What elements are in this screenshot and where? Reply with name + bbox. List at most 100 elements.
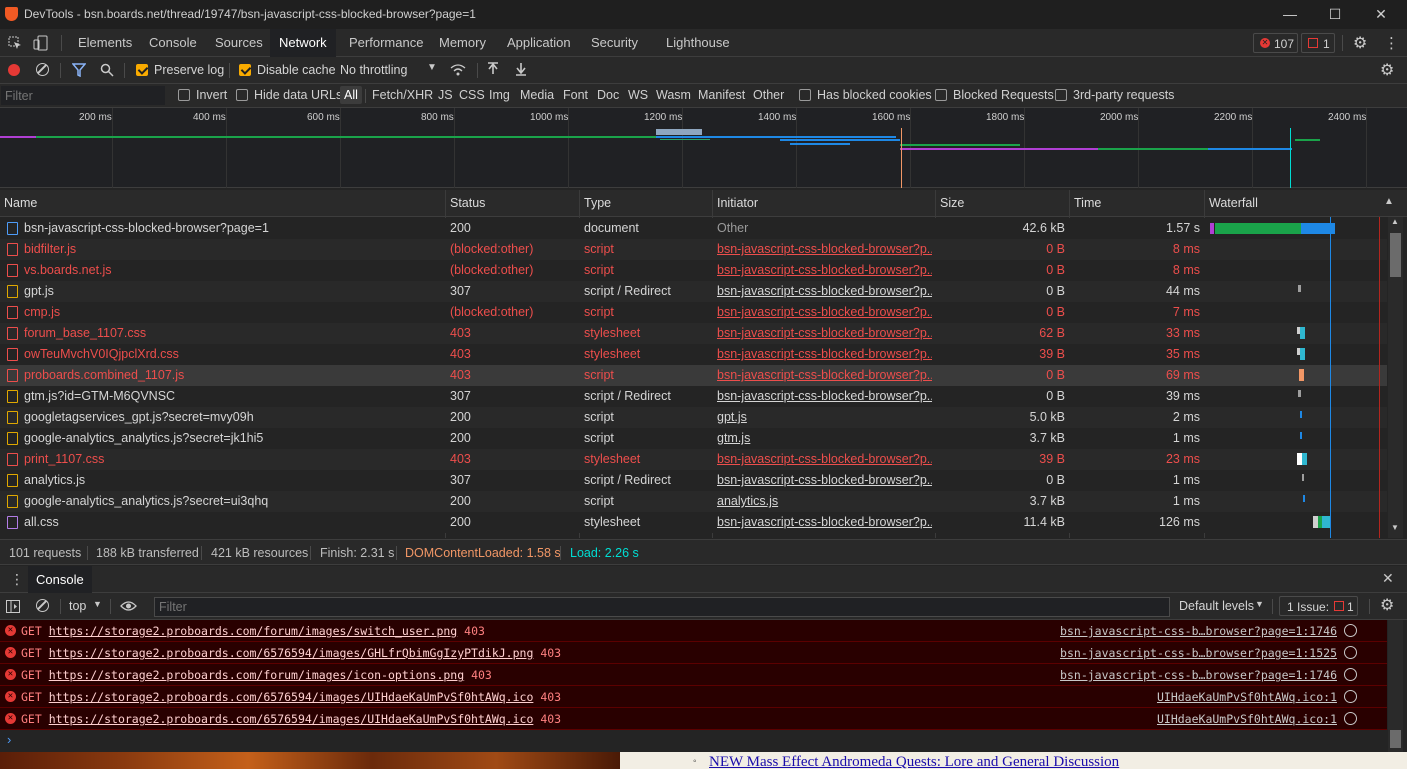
default-levels-select[interactable]: Default levels: [1179, 599, 1254, 613]
column-time-header[interactable]: Time: [1074, 196, 1101, 210]
minimize-icon[interactable]: —: [1275, 4, 1305, 24]
import-har-icon[interactable]: [487, 62, 499, 76]
console-source-link[interactable]: UIHdaeKaUmPvSf0htAWq.ico:1: [1157, 712, 1337, 726]
filter-type-manifest[interactable]: Manifest: [698, 88, 745, 102]
filter-type-font[interactable]: Font: [563, 88, 588, 102]
drawer-tab-console[interactable]: Console: [28, 566, 92, 593]
table-row[interactable]: cmp.js (blocked:other) script bsn-javascrip…: [0, 302, 1387, 323]
request-initiator[interactable]: analytics.js: [717, 494, 932, 508]
clear-icon[interactable]: [36, 63, 49, 76]
table-row[interactable]: google-analytics_analytics.js?secret=ui3…: [0, 491, 1387, 512]
tab-sources[interactable]: Sources: [206, 29, 272, 57]
clear-console-icon[interactable]: [36, 599, 49, 612]
background-thread-link[interactable]: NEW Mass Effect Andromeda Quests: Lore a…: [709, 754, 1119, 769]
chevron-down-icon[interactable]: ▼: [93, 599, 102, 609]
console-source-link[interactable]: bsn-javascript-css-b…browser?page=1:1525: [1060, 646, 1337, 660]
network-overview-timeline[interactable]: 200 ms 400 ms 600 ms 800 ms 1000 ms 1200…: [0, 108, 1407, 188]
error-count-badge[interactable]: ✕ 107: [1253, 33, 1298, 53]
console-url-link[interactable]: https://storage2.proboards.com/6576594/i…: [49, 690, 534, 704]
table-scrollbar-thumb[interactable]: [1390, 233, 1401, 277]
close-window-icon[interactable]: ✕: [1366, 4, 1396, 24]
maximize-icon[interactable]: ☐: [1320, 4, 1350, 24]
console-source-link[interactable]: UIHdaeKaUmPvSf0htAWq.ico:1: [1157, 690, 1337, 704]
blocked-requests-checkbox[interactable]: [935, 89, 947, 101]
tab-network[interactable]: Network: [270, 29, 336, 57]
filter-type-js[interactable]: JS: [438, 88, 453, 102]
export-har-icon[interactable]: [515, 62, 527, 76]
inspect-element-icon[interactable]: [8, 36, 22, 50]
console-url-link[interactable]: https://storage2.proboards.com/6576594/i…: [49, 712, 534, 726]
table-row[interactable]: googletagservices_gpt.js?secret=mvy09h 20…: [0, 407, 1387, 428]
column-size-header[interactable]: Size: [940, 196, 964, 210]
console-url-link[interactable]: https://storage2.proboards.com/forum/ima…: [49, 668, 464, 682]
table-scrollbar[interactable]: ▲ ▼: [1388, 217, 1403, 538]
request-initiator[interactable]: bsn-javascript-css-blocked-browser?p...: [717, 473, 932, 487]
column-status-header[interactable]: Status: [450, 196, 485, 210]
table-row[interactable]: proboards.combined_1107.js 403 script bsn-j…: [0, 365, 1387, 386]
table-row[interactable]: analytics.js 307 script / Redirect bsn-java…: [0, 470, 1387, 491]
issues-count-badge[interactable]: 1: [1301, 33, 1335, 53]
network-request-link-icon[interactable]: [1344, 690, 1357, 703]
console-filter-input[interactable]: [154, 597, 1170, 617]
network-request-link-icon[interactable]: [1344, 624, 1357, 637]
has-blocked-cookies-checkbox[interactable]: [799, 89, 811, 101]
invert-checkbox[interactable]: [178, 89, 190, 101]
filter-funnel-icon[interactable]: [72, 63, 86, 77]
column-initiator-header[interactable]: Initiator: [717, 196, 758, 210]
network-filter-input[interactable]: [1, 86, 165, 105]
console-prompt[interactable]: ›: [0, 730, 1387, 752]
request-initiator[interactable]: bsn-javascript-css-blocked-browser?p...: [717, 284, 932, 298]
tab-lighthouse[interactable]: Lighthouse: [657, 29, 739, 57]
filter-type-ws[interactable]: WS: [628, 88, 648, 102]
console-source-link[interactable]: bsn-javascript-css-b…browser?page=1:1746: [1060, 668, 1337, 682]
request-initiator[interactable]: bsn-javascript-css-blocked-browser?p...: [717, 242, 932, 256]
table-row[interactable]: all.css 200 stylesheet bsn-javascript-css-b…: [0, 512, 1387, 533]
preserve-log-checkbox[interactable]: [136, 64, 148, 76]
tab-elements[interactable]: Elements: [69, 29, 141, 57]
live-expression-eye-icon[interactable]: [120, 600, 137, 612]
tab-performance[interactable]: Performance: [340, 29, 432, 57]
throttling-select[interactable]: No throttling: [340, 63, 407, 77]
console-url-link[interactable]: https://storage2.proboards.com/forum/ima…: [49, 624, 458, 638]
tab-application[interactable]: Application: [498, 29, 580, 57]
tab-memory[interactable]: Memory: [430, 29, 495, 57]
show-sidebar-icon[interactable]: [6, 600, 20, 613]
console-scrollbar-thumb[interactable]: [1390, 730, 1401, 748]
request-initiator[interactable]: bsn-javascript-css-blocked-browser?p...: [717, 347, 932, 361]
console-url-link[interactable]: https://storage2.proboards.com/6576594/i…: [49, 646, 534, 660]
request-initiator[interactable]: bsn-javascript-css-blocked-browser?p...: [717, 305, 932, 319]
table-row[interactable]: gpt.js 307 script / Redirect bsn-javascript…: [0, 281, 1387, 302]
table-row[interactable]: bsn-javascript-css-blocked-browser?page=…: [0, 218, 1387, 239]
search-icon[interactable]: [100, 63, 114, 77]
network-request-link-icon[interactable]: [1344, 668, 1357, 681]
filter-type-css[interactable]: CSS: [459, 88, 485, 102]
scroll-up-icon[interactable]: ▲: [1391, 217, 1399, 226]
filter-type-all[interactable]: All: [340, 86, 362, 104]
filter-type-fetch-xhr[interactable]: Fetch/XHR: [372, 88, 433, 102]
tab-security[interactable]: Security: [582, 29, 647, 57]
hide-data-urls-checkbox[interactable]: [236, 89, 248, 101]
filter-type-other[interactable]: Other: [753, 88, 784, 102]
filter-type-wasm[interactable]: Wasm: [656, 88, 691, 102]
console-settings-gear-icon[interactable]: ⚙: [1380, 595, 1394, 615]
column-waterfall-header[interactable]: Waterfall: [1209, 196, 1258, 210]
tab-console[interactable]: Console: [140, 29, 206, 57]
console-issues-button[interactable]: 1 Issue: 1: [1279, 596, 1358, 616]
scroll-down-icon[interactable]: ▼: [1391, 523, 1399, 532]
drawer-menu-icon[interactable]: ⋮: [10, 571, 24, 588]
column-type-header[interactable]: Type: [584, 196, 611, 210]
chevron-down-icon[interactable]: ▼: [427, 62, 437, 73]
request-initiator[interactable]: gpt.js: [717, 410, 932, 424]
table-row[interactable]: google-analytics_analytics.js?secret=jk1…: [0, 428, 1387, 449]
request-initiator[interactable]: bsn-javascript-css-blocked-browser?p...: [717, 389, 932, 403]
chevron-down-icon[interactable]: ▼: [1255, 599, 1264, 609]
network-request-link-icon[interactable]: [1344, 712, 1357, 725]
column-name-header[interactable]: Name: [4, 196, 37, 210]
record-icon[interactable]: [8, 64, 20, 76]
request-initiator[interactable]: gtm.js: [717, 431, 932, 445]
network-settings-gear-icon[interactable]: ⚙: [1380, 60, 1394, 80]
console-source-link[interactable]: bsn-javascript-css-b…browser?page=1:1746: [1060, 624, 1337, 638]
context-select[interactable]: top: [69, 599, 86, 613]
console-scrollbar[interactable]: [1388, 620, 1403, 752]
settings-gear-icon[interactable]: ⚙: [1353, 33, 1367, 53]
